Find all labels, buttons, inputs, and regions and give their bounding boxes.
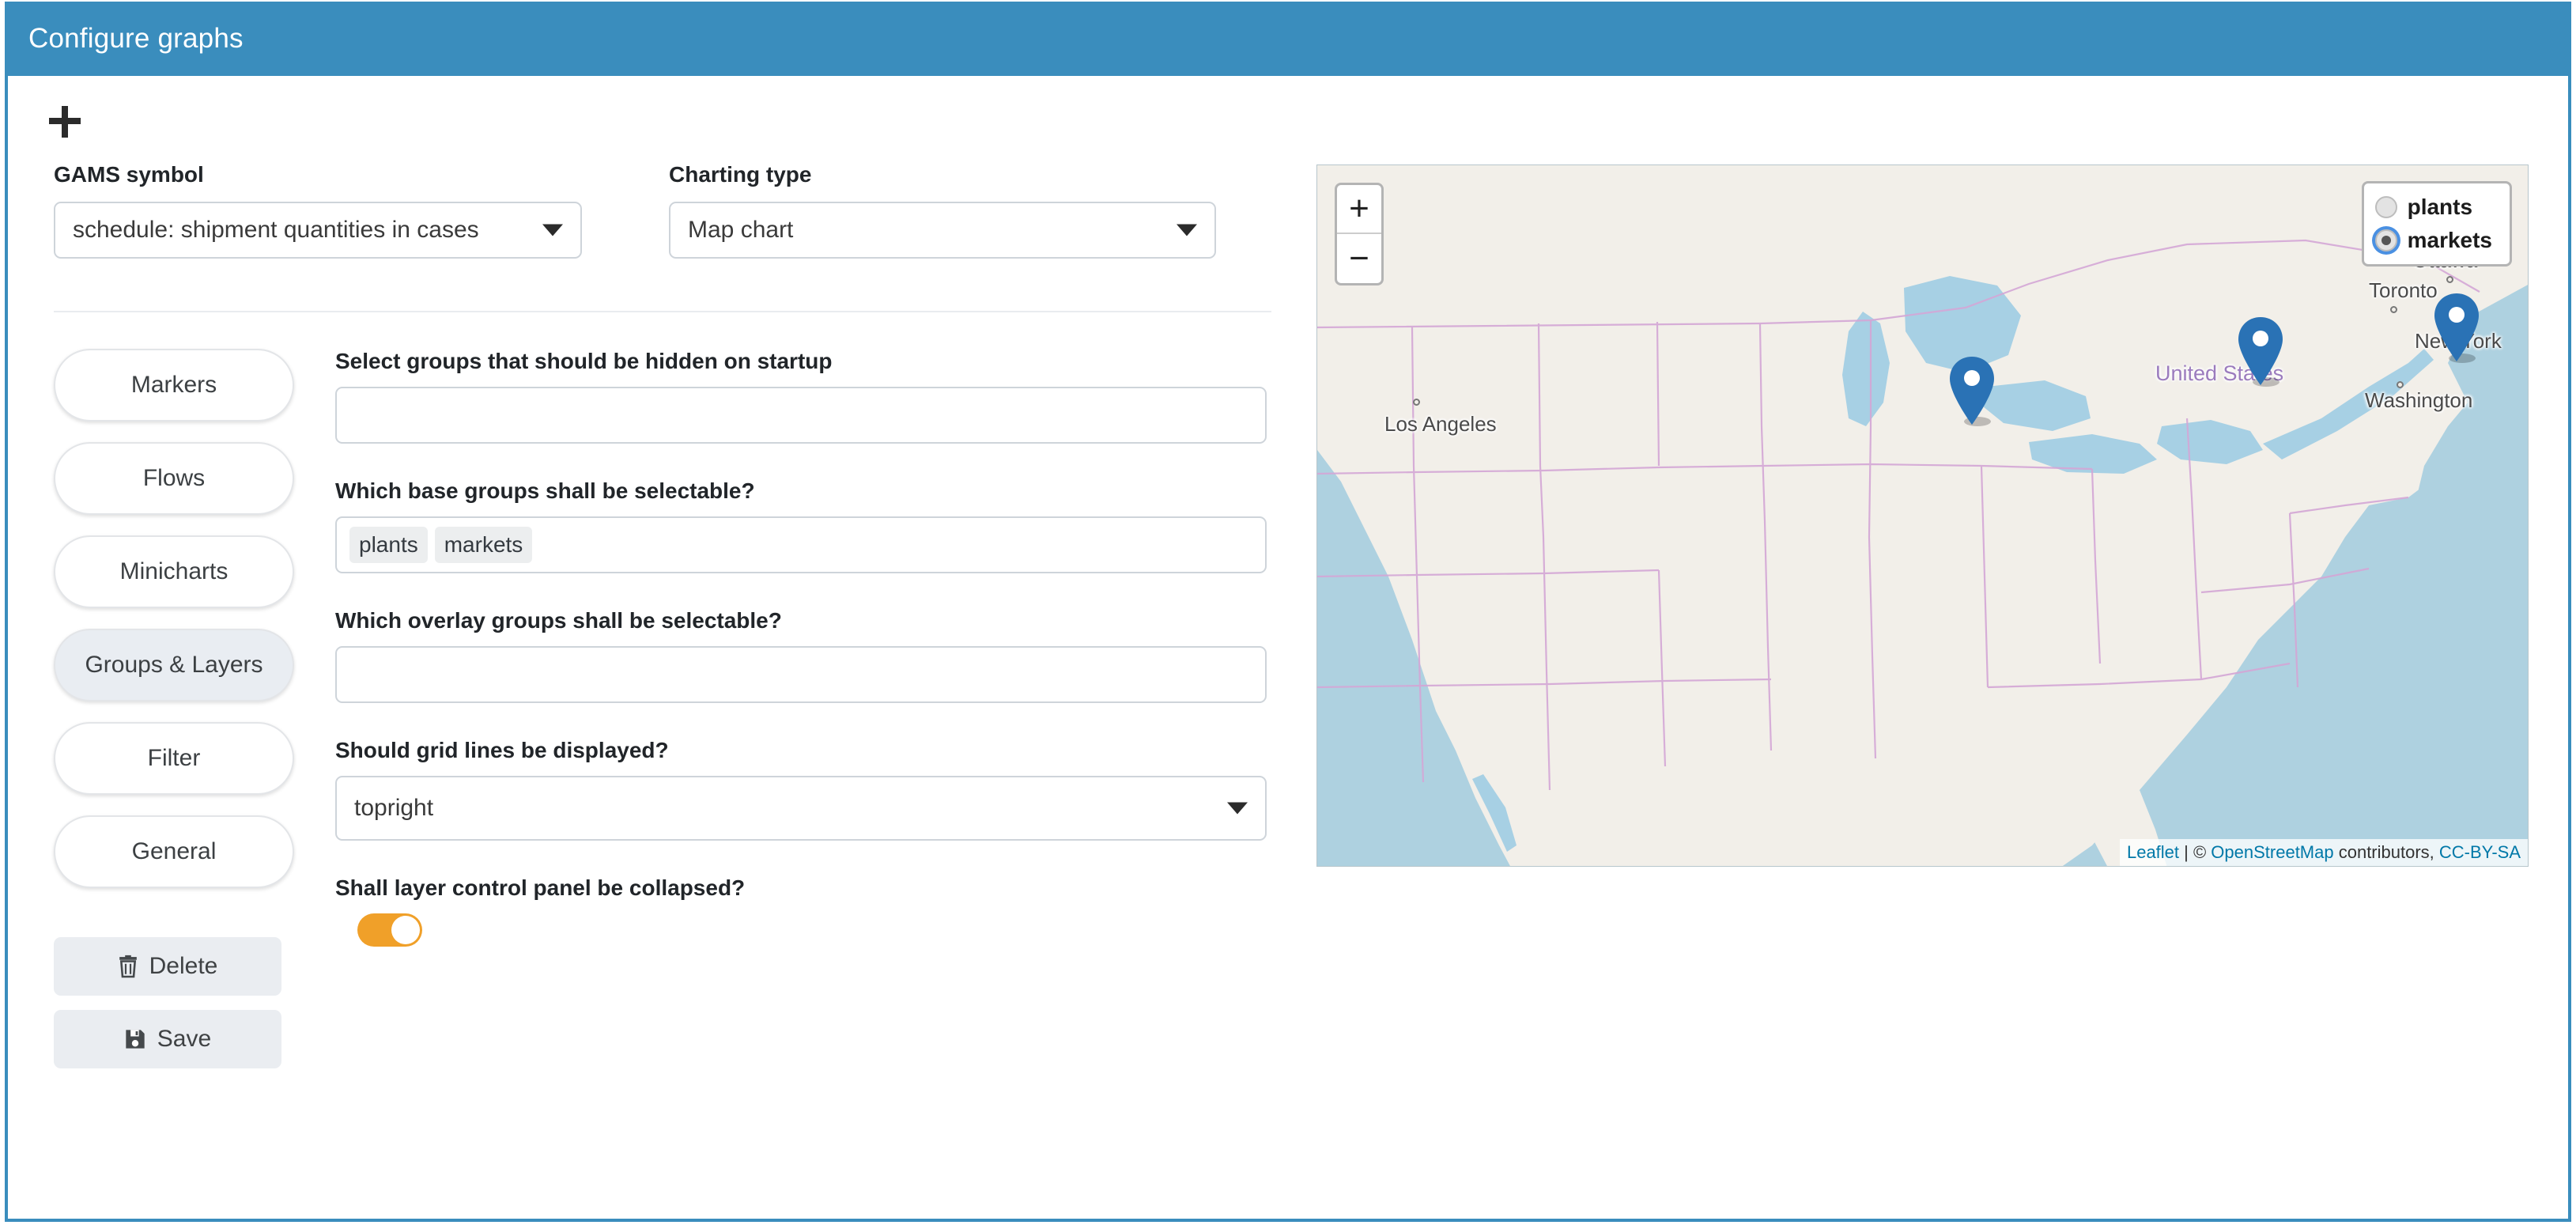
configure-graphs-window: Configure graphs GAMS symbol schedule: s… [5,2,2571,1222]
chevron-down-icon [1227,803,1248,815]
city-dot-washington [2397,381,2404,388]
charting-type-field: Charting type Map chart [669,162,1216,259]
gams-symbol-select[interactable]: schedule: shipment quantities in cases [54,202,582,259]
tab-label: Markers [131,372,217,399]
add-graph-row [8,76,2568,143]
group-chip-markets[interactable]: markets [435,527,533,563]
save-label: Save [157,1026,211,1053]
tab-label: Groups & Layers [85,652,263,679]
tab-label: Filter [148,745,201,772]
tab-label: Flows [143,465,205,492]
grid-lines-value: topright [354,795,433,822]
sidebar-item-markers[interactable]: Markers [54,349,294,422]
save-button[interactable]: Save [54,1010,281,1068]
sidebar-item-groups-and-layers[interactable]: Groups & Layers [54,629,294,701]
overlay-groups-label: Which overlay groups shall be selectable… [335,608,1267,633]
layer-label: markets [2408,228,2492,253]
zoom-in-button[interactable]: + [1337,185,1381,234]
leaflet-link[interactable]: Leaflet [2127,842,2179,862]
map-label-washington: Washington [2365,388,2472,413]
map-attribution: Leaflet | © OpenStreetMap contributors, … [2120,839,2528,866]
city-dot-los-angeles [1413,399,1420,406]
layer-option-markets[interactable]: markets [2375,228,2492,253]
action-button-group: Delete Save [54,937,299,1068]
map-marker-pin[interactable] [2234,316,2287,388]
charting-type-label: Charting type [669,162,1216,187]
page-title: Configure graphs [28,23,244,55]
grid-lines-select[interactable]: topright [335,776,1267,841]
attribution-contributors: contributors, [2334,842,2439,862]
gams-symbol-label: GAMS symbol [54,162,582,187]
hidden-groups-label: Select groups that should be hidden on s… [335,349,1267,374]
base-groups-label: Which base groups shall be selectable? [335,478,1267,504]
charting-type-select[interactable]: Map chart [669,202,1216,259]
overlay-groups-field: Which overlay groups shall be selectable… [335,608,1267,703]
trash-icon [118,955,138,978]
zoom-out-button[interactable]: − [1337,234,1381,283]
grid-lines-label: Should grid lines be displayed? [335,738,1267,763]
sidebar-item-minicharts[interactable]: Minicharts [54,535,294,608]
attribution-separator: | © [2179,842,2211,862]
add-graph-button[interactable] [49,104,84,139]
hidden-groups-input[interactable] [335,387,1267,444]
map-label-los-angeles: Los Angeles [1384,412,1497,437]
floppy-save-icon [124,1028,146,1050]
window-titlebar: Configure graphs [8,2,2568,76]
charting-type-value: Map chart [688,217,793,244]
chevron-down-icon [1177,225,1197,236]
layer-label: plants [2408,195,2472,220]
map-zoom-control: + − [1335,183,1384,285]
sidebar-item-general[interactable]: General [54,815,294,888]
grid-lines-field: Should grid lines be displayed? topright [335,738,1267,841]
radio-icon[interactable] [2375,196,2397,218]
city-dot-ottawa [2446,276,2453,283]
base-groups-input[interactable]: plants markets [335,516,1267,573]
sidebar-item-filter[interactable]: Filter [54,722,294,795]
groups-and-layers-form: Select groups that should be hidden on s… [335,349,1267,1083]
map-marker-pin[interactable] [1946,355,1998,428]
gams-symbol-value: schedule: shipment quantities in cases [73,217,479,244]
delete-label: Delete [149,953,218,980]
group-chip-plants[interactable]: plants [349,527,428,563]
map-label-toronto: Toronto [2369,278,2438,303]
layer-panel-collapsed-field: Shall layer control panel be collapsed? [335,875,1267,947]
map-marker-pin[interactable] [2431,292,2483,365]
layer-option-plants[interactable]: plants [2375,195,2492,220]
gams-symbol-field: GAMS symbol schedule: shipment quantitie… [54,162,582,259]
base-groups-field: Which base groups shall be selectable? p… [335,478,1267,573]
overlay-groups-input[interactable] [335,646,1267,703]
delete-button[interactable]: Delete [54,937,281,996]
openstreetmap-link[interactable]: OpenStreetMap [2211,842,2333,862]
license-link[interactable]: CC-BY-SA [2439,842,2521,862]
tab-label: General [132,838,217,865]
settings-tab-list: Markers Flows Minicharts Groups & Layers… [54,349,299,1083]
window-body: GAMS symbol schedule: shipment quantitie… [8,76,2568,1219]
layer-panel-collapsed-label: Shall layer control panel be collapsed? [335,875,1267,901]
layer-panel-collapsed-toggle[interactable] [357,913,422,947]
map-layer-control: plants markets [2362,181,2512,267]
map-basemap [1317,165,2529,867]
sidebar-item-flows[interactable]: Flows [54,442,294,515]
tab-label: Minicharts [120,558,229,585]
hidden-groups-field: Select groups that should be hidden on s… [335,349,1267,444]
map-preview[interactable]: Ottawa Toronto New York Washington Los A… [1316,164,2529,867]
toggle-knob [391,916,420,944]
radio-icon-selected[interactable] [2375,229,2397,251]
city-dot-toronto [2390,306,2397,313]
chevron-down-icon [542,225,563,236]
